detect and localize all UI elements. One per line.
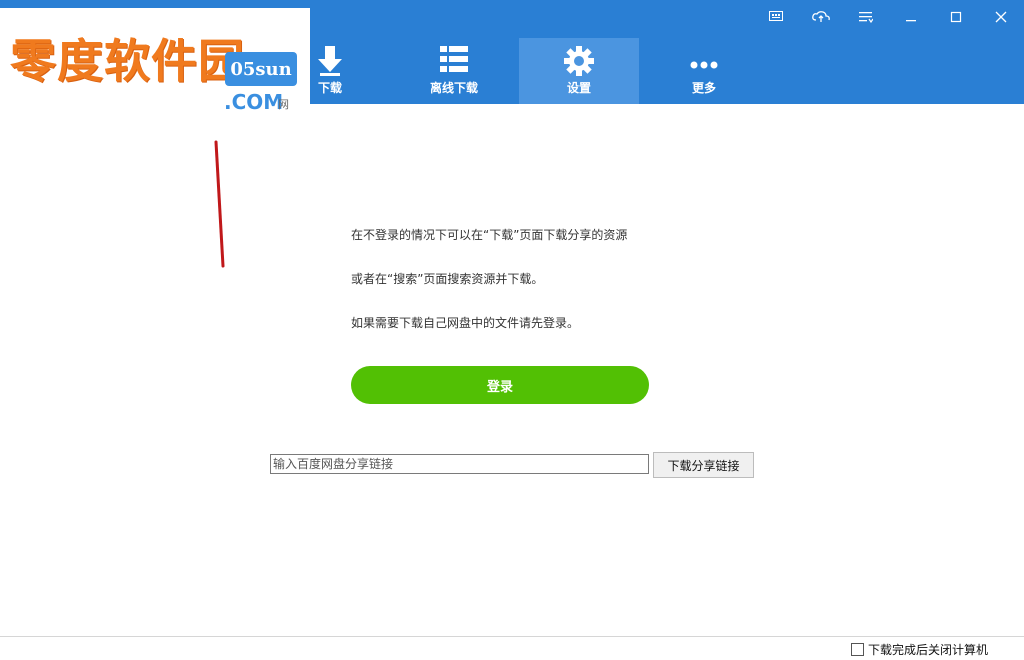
watermark-logo: 零度软件园 05sun .COM 网 <box>0 8 310 112</box>
shutdown-option[interactable]: 下载完成后关闭计算机 <box>851 641 988 658</box>
share-link-input[interactable] <box>270 454 649 474</box>
tab-more[interactable]: 更多 <box>644 38 764 104</box>
tab-settings[interactable]: 设置 <box>519 38 639 104</box>
intro-line-3: 如果需要下载自己网盘中的文件请先登录。 <box>351 316 580 330</box>
settings-list-icon <box>859 8 874 27</box>
minimize-icon <box>905 8 917 27</box>
cloud-icon <box>812 8 830 27</box>
download-share-link-button[interactable]: 下载分享链接 <box>653 452 754 478</box>
close-icon <box>995 8 1007 27</box>
footer-divider <box>0 636 1024 637</box>
tab-download-label: 下载 <box>317 81 342 95</box>
gear-icon <box>564 46 594 80</box>
more-dots-icon <box>690 54 718 73</box>
red-annotation-mark <box>210 140 230 274</box>
list-icon <box>440 46 468 76</box>
intro-line-1: 在不登录的情况下可以在“下载”页面下载分享的资源 <box>351 228 628 242</box>
intro-line-2: 或者在“搜索”页面搜索资源并下载。 <box>351 272 544 286</box>
close-button[interactable] <box>986 8 1016 26</box>
feedback-button[interactable] <box>761 8 791 26</box>
menu-icon <box>769 8 783 27</box>
tab-settings-label: 设置 <box>566 81 591 95</box>
tab-more-label: 更多 <box>691 81 716 95</box>
main-menu-button[interactable] <box>851 8 881 26</box>
tab-download[interactable]: 下载 <box>270 38 390 104</box>
download-arrow-icon <box>318 46 342 80</box>
maximize-icon <box>950 8 962 27</box>
shutdown-label: 下载完成后关闭计算机 <box>868 643 989 657</box>
cloud-button[interactable] <box>806 8 836 26</box>
tab-offline-download-label: 离线下载 <box>429 81 478 95</box>
maximize-button[interactable] <box>941 8 971 26</box>
shutdown-checkbox[interactable] <box>851 643 864 656</box>
logo-text: 零度软件园 <box>10 34 245 88</box>
tab-offline-download[interactable]: 离线下载 <box>394 38 514 104</box>
minimize-button[interactable] <box>896 8 926 26</box>
login-button[interactable]: 登录 <box>351 366 649 404</box>
